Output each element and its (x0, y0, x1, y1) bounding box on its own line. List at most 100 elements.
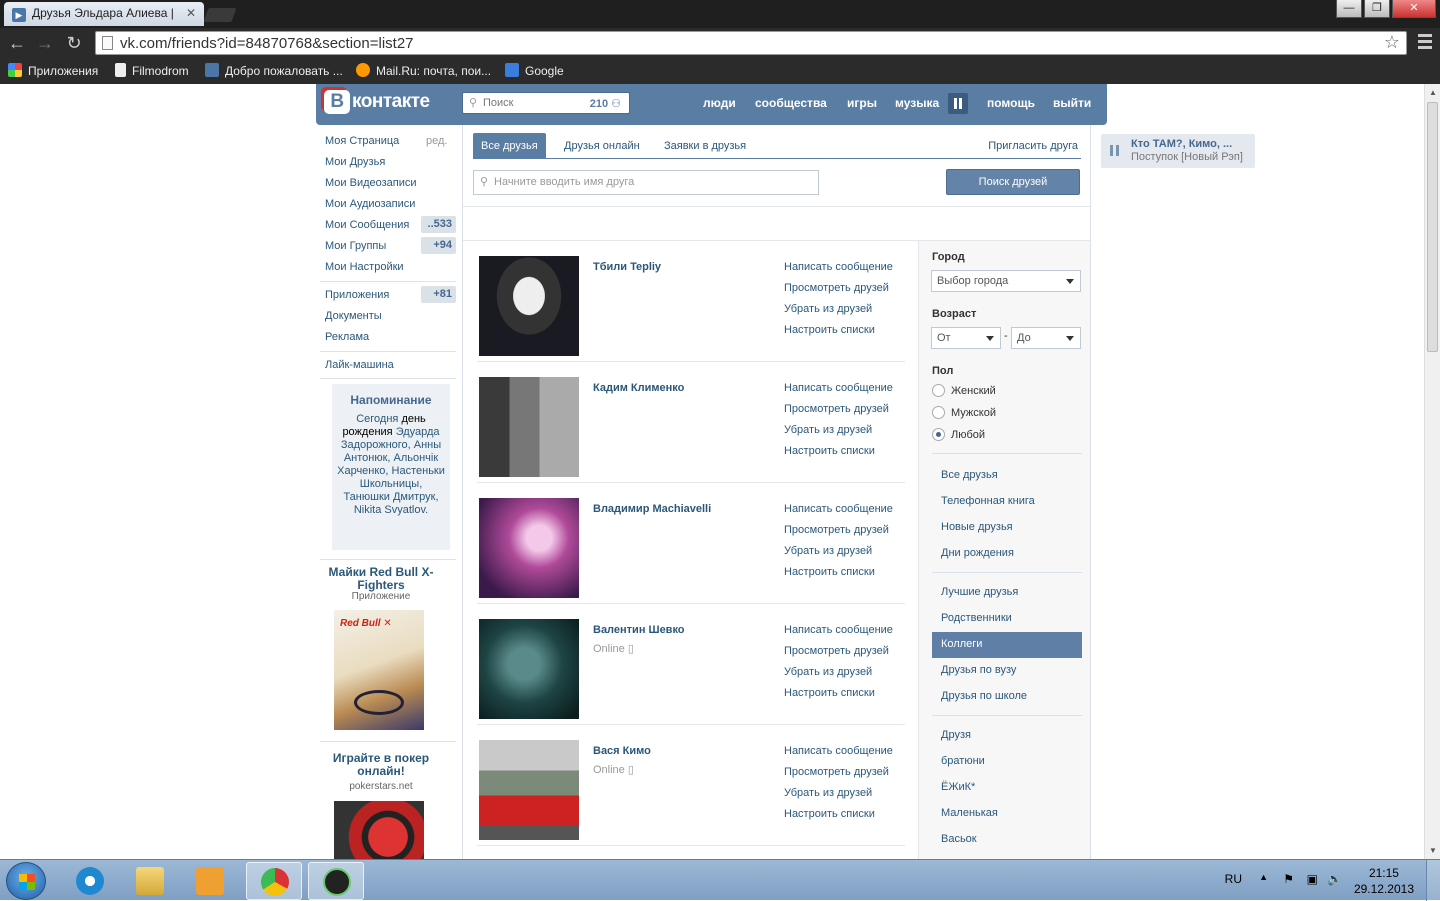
list-custom-5[interactable]: Васьок (932, 827, 1082, 853)
bookmark-star-icon[interactable]: ☆ (1384, 32, 1400, 53)
explorer-taskbar-button[interactable] (122, 862, 178, 900)
list-custom-4[interactable]: Маленькая (932, 801, 1082, 827)
friend-avatar[interactable] (479, 256, 579, 356)
bookmark-vk[interactable]: Добро пожаловать ... (205, 63, 343, 78)
list-relatives[interactable]: Родственники (932, 606, 1082, 632)
configure-lists-link[interactable]: Настроить списки (784, 808, 875, 820)
sidebar-item-apps[interactable]: Приложения (325, 289, 389, 301)
age-from-select[interactable]: От (931, 327, 1001, 349)
bookmark-mailru[interactable]: Mail.Ru: почта, пои... (356, 63, 491, 78)
list-all-friends[interactable]: Все друзья (932, 463, 1082, 489)
remove-friend-link[interactable]: Убрать из друзей (784, 424, 872, 436)
list-colleagues[interactable]: Коллеги (932, 632, 1082, 658)
friend-avatar[interactable] (479, 619, 579, 719)
write-message-link[interactable]: Написать сообщение (784, 745, 893, 757)
friend-name[interactable]: Кадим Клименко (593, 382, 684, 394)
address-bar[interactable]: vk.com/friends?id=84870768&section=list2… (95, 31, 1407, 55)
friend-name[interactable]: Валентин Шевко (593, 624, 685, 636)
sidebar-item-videos[interactable]: Мои Видеозаписи (325, 177, 417, 189)
configure-lists-link[interactable]: Настроить списки (784, 566, 875, 578)
remove-friend-link[interactable]: Убрать из друзей (784, 666, 872, 678)
nav-games[interactable]: игры (847, 96, 877, 110)
friend-search-input[interactable]: ⚲ Начните вводить имя друга (473, 170, 819, 195)
sidebar-item-my-page[interactable]: Моя Страница (325, 135, 399, 147)
clock[interactable]: 21:15 29.12.2013 (1354, 865, 1414, 897)
nav-communities[interactable]: сообщества (755, 96, 827, 110)
vertical-scrollbar[interactable]: ▲ ▼ (1424, 84, 1440, 859)
reminder-names[interactable]: Эдуарда Задорожного, Анны Антонюк, Альон… (337, 426, 445, 516)
minimize-button[interactable]: — (1336, 0, 1362, 18)
pause-icon[interactable] (1110, 145, 1113, 156)
friend-avatar[interactable] (479, 377, 579, 477)
list-phonebook[interactable]: Телефонная книга (932, 489, 1082, 515)
configure-lists-link[interactable]: Настроить списки (784, 324, 875, 336)
edit-link[interactable]: ред. (426, 135, 447, 147)
reminder-today-link[interactable]: Сегодня (356, 413, 398, 425)
list-custom-2[interactable]: братюни (932, 749, 1082, 775)
tab-all-friends[interactable]: Все друзья (473, 133, 546, 158)
friend-avatar[interactable] (479, 740, 579, 840)
list-university[interactable]: Друзья по вузу (932, 658, 1082, 684)
nav-logout[interactable]: выйти (1053, 96, 1091, 110)
configure-lists-link[interactable]: Настроить списки (784, 445, 875, 457)
reload-icon[interactable]: ↻ (63, 33, 85, 53)
list-school[interactable]: Друзья по школе (932, 684, 1082, 710)
header-search-input[interactable]: ⚲ Поиск 210 ⚇ (462, 92, 630, 114)
sidebar-item-groups[interactable]: Мои Группы (325, 240, 386, 252)
start-button[interactable] (6, 862, 46, 900)
ad-title-poker[interactable]: Играйте в покер онлайн! (322, 752, 440, 778)
new-tab-button[interactable] (203, 8, 237, 22)
write-message-link[interactable]: Написать сообщение (784, 503, 893, 515)
mini-audio-player[interactable]: Кто ТАМ?, Кимо, ... Поступок [Новый Рэп] (1101, 134, 1255, 168)
configure-lists-link[interactable]: Настроить списки (784, 687, 875, 699)
bookmark-filmodrom[interactable]: Filmodrom (115, 63, 189, 78)
ad-title-redbull[interactable]: Майки Red Bull X-Fighters (322, 566, 440, 592)
player-artist[interactable]: Кто ТАМ?, Кимо, ... (1131, 138, 1232, 150)
groups-count-badge[interactable]: +94 (421, 237, 456, 254)
sidebar-item-audio[interactable]: Мои Аудиозаписи (325, 198, 415, 210)
nav-music[interactable]: музыка (895, 96, 939, 110)
scroll-down-icon[interactable]: ▼ (1429, 846, 1437, 855)
back-icon[interactable]: ← (6, 33, 28, 53)
ie-taskbar-button[interactable] (62, 862, 118, 900)
sidebar-item-like-machine[interactable]: Лайк-машина (325, 359, 394, 371)
tab-friend-requests[interactable]: Заявки в друзья (656, 133, 754, 158)
find-friends-button[interactable]: Поиск друзей (946, 169, 1080, 195)
sidebar-item-settings[interactable]: Мои Настройки (325, 261, 404, 273)
media-player-taskbar-button[interactable] (182, 862, 238, 900)
close-tab-icon[interactable]: ✕ (186, 6, 196, 20)
list-new-friends[interactable]: Новые друзья (932, 515, 1082, 541)
bookmark-google[interactable]: Google (505, 63, 564, 78)
flag-icon[interactable]: ⚑ (1283, 872, 1294, 886)
forward-icon[interactable]: → (34, 33, 56, 53)
menu-icon[interactable] (1418, 34, 1432, 50)
view-friends-link[interactable]: Просмотреть друзей (784, 282, 889, 294)
chrome-taskbar-button[interactable] (246, 862, 302, 900)
view-friends-link[interactable]: Просмотреть друзей (784, 524, 889, 536)
view-friends-link[interactable]: Просмотреть друзей (784, 645, 889, 657)
list-best-friends[interactable]: Лучшие друзья (932, 580, 1082, 606)
radio-male[interactable]: Мужской (932, 406, 996, 419)
scroll-up-icon[interactable]: ▲ (1429, 88, 1437, 97)
list-birthdays[interactable]: Дни рождения (932, 541, 1082, 567)
sidebar-item-friends[interactable]: Мои Друзья (325, 156, 385, 168)
network-icon[interactable]: ▣ (1307, 872, 1318, 886)
tab-friends-online[interactable]: Друзья онлайн (556, 133, 648, 158)
friend-name[interactable]: Вася Кимо (593, 745, 651, 757)
write-message-link[interactable]: Написать сообщение (784, 261, 893, 273)
app-taskbar-button[interactable] (308, 862, 364, 900)
tray-expand-icon[interactable]: ▲ (1259, 872, 1268, 882)
sidebar-item-messages[interactable]: Мои Сообщения (325, 219, 409, 231)
remove-friend-link[interactable]: Убрать из друзей (784, 787, 872, 799)
show-desktop-button[interactable] (1426, 860, 1440, 901)
city-select[interactable]: Выбор города (931, 270, 1081, 292)
list-custom-1[interactable]: Друзя (932, 723, 1082, 749)
write-message-link[interactable]: Написать сообщение (784, 382, 893, 394)
remove-friend-link[interactable]: Убрать из друзей (784, 545, 872, 557)
ad-image-redbull[interactable]: Red Bull ✕ (334, 610, 424, 730)
nav-people[interactable]: люди (703, 96, 736, 110)
maximize-button[interactable]: ❐ (1364, 0, 1390, 18)
radio-female[interactable]: Женский (932, 384, 996, 397)
language-indicator[interactable]: RU (1225, 872, 1242, 886)
list-custom-3[interactable]: ЁЖиК* (932, 775, 1082, 801)
